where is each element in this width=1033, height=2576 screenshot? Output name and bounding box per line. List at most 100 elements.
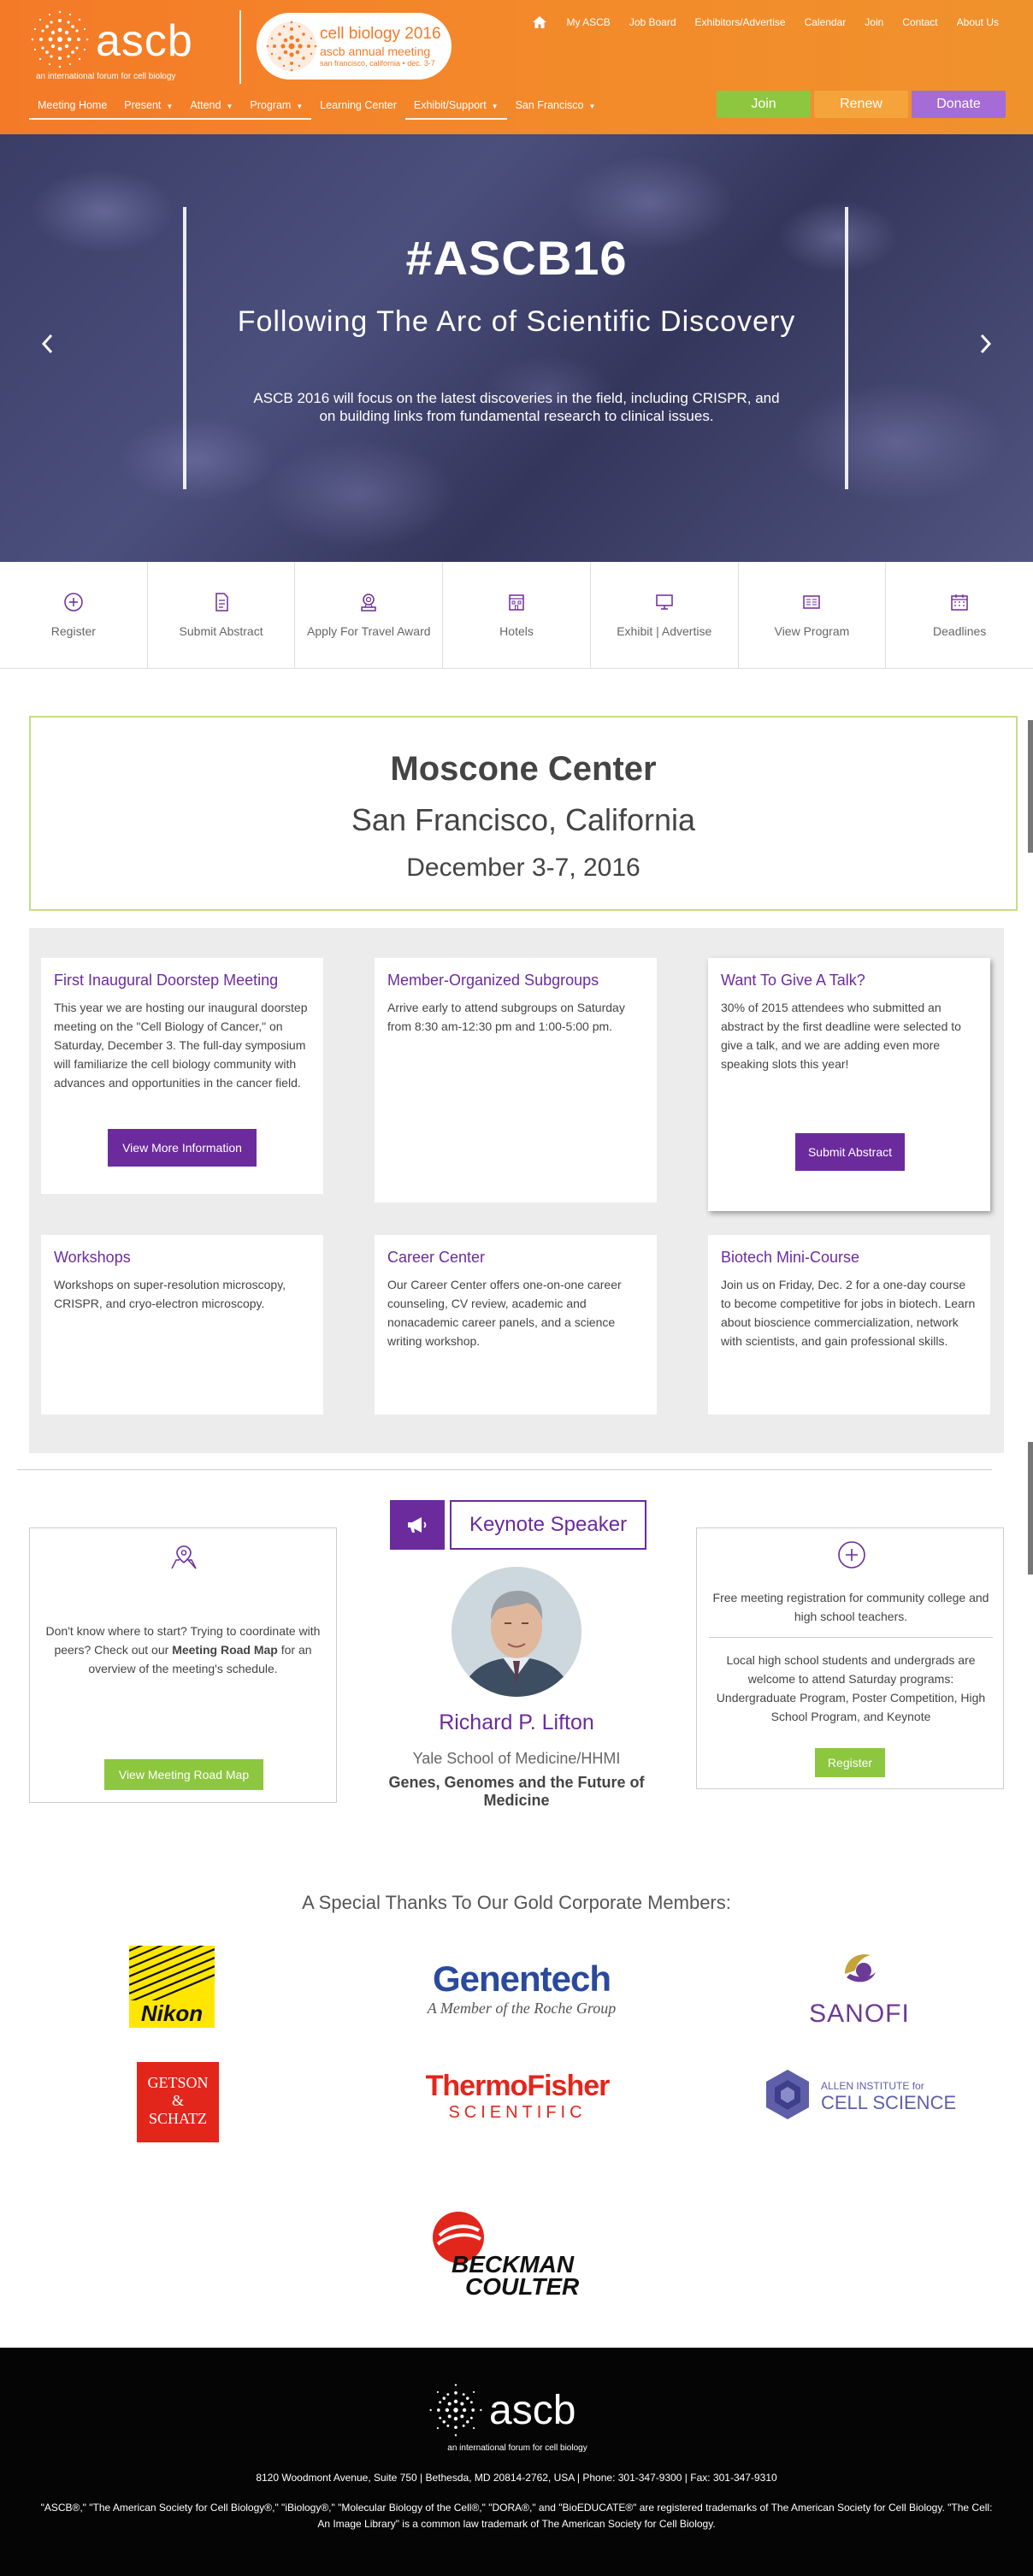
venue-name: Moscone Center (390, 750, 657, 788)
card-text: Arrive early to attend subgroups on Satu… (387, 1001, 625, 1033)
thermo-fisher-logo[interactable]: ThermoFisher SCIENTIFIC (419, 2070, 616, 2130)
nav-present[interactable]: Present ▼ (115, 99, 182, 120)
nav-attend[interactable]: Attend ▼ (181, 99, 242, 120)
speaker-photo (452, 1567, 581, 1697)
megaphone-tile (390, 1500, 445, 1550)
view-more-information-button[interactable]: View More Information (108, 1129, 257, 1167)
renew-button[interactable]: Renew (814, 91, 908, 118)
card-text: This year we are hosting our inaugural d… (54, 1001, 308, 1090)
meeting-title: cell biology 2016 (320, 25, 441, 43)
top-link-join[interactable]: Join (865, 16, 883, 28)
top-link-calendar[interactable]: Calendar (805, 16, 847, 28)
header-actions: Join Renew Donate (717, 91, 1006, 118)
meeting-subtitle: ascb annual meeting (320, 44, 431, 58)
genentech-wordmark: Genentech (432, 1959, 611, 1999)
card-text: Join us on Friday, Dec. 2 for a one-day … (721, 1278, 976, 1348)
carousel-next-icon[interactable] (975, 331, 995, 357)
venue-dates: December 3-7, 2016 (406, 854, 640, 882)
donate-button[interactable]: Donate (912, 91, 1006, 118)
getson-line-2: & (171, 2092, 184, 2109)
hero-banner: #ASCB16 Following The Arc of Scientific … (0, 134, 1033, 562)
keynote-header: Keynote Speaker (390, 1500, 646, 1550)
register-button[interactable]: Register (815, 1748, 885, 1777)
beckman-coulter-logo[interactable]: BECKMAN COULTER (428, 2207, 607, 2300)
nav-label: Exhibit/Support (413, 99, 487, 111)
ascb-logo[interactable]: ascb an international forum for cell bio… (29, 9, 226, 86)
quick-link-register[interactable]: Register (0, 562, 148, 668)
beckman-line-2: COULTER (465, 2273, 580, 2300)
nav-label: Learning Center (320, 99, 397, 111)
carousel-prev-icon[interactable] (38, 331, 58, 357)
map-pin-icon (171, 1545, 197, 1569)
getson-schatz-logo[interactable]: GETSON & SCHATZ (137, 2062, 219, 2142)
quick-link-view-program[interactable]: View Program (738, 562, 887, 668)
footer-wordmark: ascb (489, 2388, 576, 2433)
nav-exhibit-support[interactable]: Exhibit/Support ▼ (404, 99, 507, 120)
home-icon[interactable] (532, 15, 547, 29)
header-divider (239, 10, 241, 84)
thermo-wordmark: ThermoFisher (425, 2070, 611, 2102)
nav-label: San Francisco (515, 99, 584, 111)
nikon-wordmark: Nikon (129, 2000, 215, 2027)
card-title[interactable]: Workshops (54, 1249, 310, 1267)
quick-link-hotels[interactable]: Hotels (443, 562, 591, 668)
nav-san-francisco[interactable]: San Francisco ▼ (507, 99, 605, 120)
road-map-box: Don't know where to start? Trying to coo… (29, 1527, 337, 1803)
cell-biology-2016-badge[interactable]: cell biology 2016 ascb annual meeting sa… (257, 13, 452, 80)
speaker-name[interactable]: Richard P. Lifton (342, 1710, 691, 1735)
quick-link-label: Submit Abstract (179, 624, 263, 638)
scrollbar-thumb[interactable] (1028, 720, 1033, 853)
card-title[interactable]: Biotech Mini-Course (721, 1249, 977, 1267)
sanofi-wordmark: SANOFI (809, 2000, 910, 2028)
community-box: Free meeting registration for community … (696, 1527, 1004, 1789)
thermo-scientific: SCIENTIFIC (448, 2103, 587, 2122)
nav-meeting-home[interactable]: Meeting Home (29, 99, 116, 120)
hero-subtitle: Following The Arc of Scientific Discover… (237, 305, 796, 338)
community-text-teachers: Free meeting registration for community … (712, 1591, 989, 1623)
quick-link-label: Exhibit | Advertise (617, 624, 712, 638)
quick-link-deadlines[interactable]: Deadlines (886, 562, 1033, 668)
top-link-about[interactable]: About Us (957, 16, 999, 28)
card-text: Workshops on super-resolution microscopy… (54, 1278, 286, 1310)
quick-links: Register Submit Abstract Apply For Trave… (0, 562, 1033, 669)
join-button[interactable]: Join (717, 91, 811, 118)
quick-link-label: Register (50, 624, 96, 638)
card-doorstep-meeting: First Inaugural Doorstep Meeting This ye… (41, 958, 323, 1194)
chevron-down-icon: ▼ (166, 103, 174, 110)
allen-institute-logo[interactable]: ALLEN INSTITUTE for CELL SCIENCE (761, 2068, 966, 2123)
section-divider (17, 1469, 992, 1470)
card-title[interactable]: Member-Organized Subgroups (387, 972, 644, 990)
genentech-logo[interactable]: Genentech A Member of the Roche Group (410, 1959, 633, 2027)
nikon-logo[interactable]: Nikon (129, 1946, 215, 2028)
calendar-icon (951, 594, 968, 611)
nav-learning-center[interactable]: Learning Center (311, 99, 405, 120)
footer-logo[interactable]: ascb an international forum for cell bio… (428, 2382, 607, 2459)
submit-abstract-button[interactable]: Submit Abstract (795, 1133, 905, 1171)
card-text: 30% of 2015 attendees who submitted an a… (721, 1001, 961, 1071)
road-map-link[interactable]: Meeting Road Map (172, 1643, 278, 1657)
chevron-down-icon: ▼ (491, 103, 499, 110)
card-career-center: Career Center Our Career Center offers o… (375, 1235, 657, 1415)
scrollbar-thumb[interactable] (1028, 1442, 1033, 1575)
site-footer: ascb an international forum for cell bio… (0, 2348, 1033, 2576)
top-link-exhibitors[interactable]: Exhibitors/Advertise (695, 16, 786, 28)
view-meeting-road-map-button[interactable]: View Meeting Road Map (104, 1759, 263, 1790)
monitor-icon (655, 594, 673, 610)
nav-program[interactable]: Program ▼ (241, 99, 312, 120)
quick-link-exhibit-advertise[interactable]: Exhibit | Advertise (590, 562, 739, 668)
top-link-my-ascb[interactable]: My ASCB (566, 16, 610, 28)
program-icon (803, 595, 821, 609)
nav-label: Meeting Home (38, 99, 108, 111)
award-icon (361, 594, 377, 612)
quick-link-submit-abstract[interactable]: Submit Abstract (147, 562, 296, 668)
top-link-contact[interactable]: Contact (902, 16, 937, 28)
card-title[interactable]: Career Center (387, 1249, 644, 1267)
community-divider (709, 1637, 993, 1638)
card-text: Our Career Center offers one-on-one care… (387, 1278, 622, 1348)
sanofi-logo[interactable]: SANOFI (804, 1948, 915, 2030)
card-title[interactable]: First Inaugural Doorstep Meeting (54, 972, 310, 990)
ascb-burst-icon (31, 10, 89, 68)
card-title[interactable]: Want To Give A Talk? (721, 972, 977, 990)
quick-link-travel-award[interactable]: Apply For Travel Award (295, 562, 444, 668)
top-link-job-board[interactable]: Job Board (629, 16, 676, 28)
